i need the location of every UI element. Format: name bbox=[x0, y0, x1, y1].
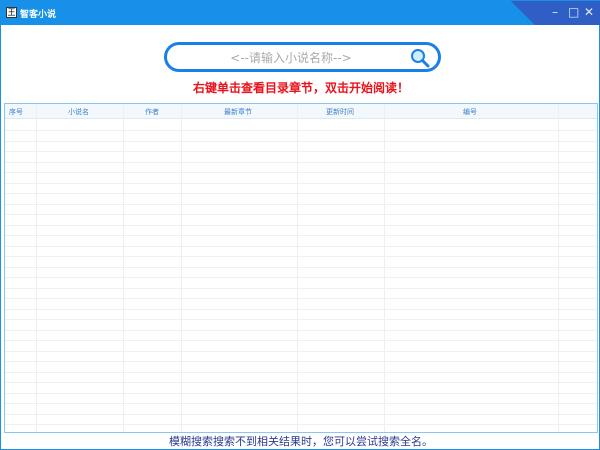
row-divider bbox=[5, 151, 597, 152]
column-header-title[interactable]: 小说名 bbox=[68, 107, 89, 117]
app-icon: 王 bbox=[6, 7, 17, 18]
row-divider bbox=[5, 266, 597, 268]
row-divider bbox=[5, 392, 597, 394]
row-divider bbox=[5, 235, 597, 236]
search-box bbox=[164, 42, 441, 72]
minimize-button[interactable]: – bbox=[552, 5, 558, 19]
row-divider bbox=[5, 140, 597, 142]
row-divider bbox=[5, 340, 597, 341]
column-header-index[interactable]: 序号 bbox=[9, 107, 23, 117]
maximize-button[interactable]: □ bbox=[568, 5, 579, 19]
row-divider bbox=[5, 382, 597, 383]
row-divider bbox=[5, 224, 597, 226]
row-divider bbox=[5, 350, 597, 352]
row-divider bbox=[5, 413, 597, 415]
row-divider bbox=[5, 172, 597, 173]
row-divider bbox=[5, 182, 597, 184]
row-divider bbox=[5, 424, 597, 425]
row-divider bbox=[5, 203, 597, 205]
row-divider bbox=[5, 308, 597, 310]
row-divider bbox=[5, 277, 597, 278]
row-divider bbox=[5, 245, 597, 247]
row-divider bbox=[5, 161, 597, 163]
column-header-update-time[interactable]: 更新时间 bbox=[326, 107, 354, 117]
column-header-latest-chapter[interactable]: 最新章节 bbox=[224, 107, 252, 117]
column-header-id[interactable]: 编号 bbox=[463, 107, 477, 117]
row-divider bbox=[5, 287, 597, 289]
table-header: 序号 小说名 作者 最新章节 更新时间 编号 bbox=[5, 104, 597, 119]
close-button[interactable]: ✕ bbox=[584, 5, 594, 19]
search-input[interactable] bbox=[181, 48, 401, 68]
row-divider bbox=[5, 298, 597, 299]
row-divider bbox=[5, 256, 597, 257]
search-tip: 模糊搜索搜索不到相关结果时，您可以尝试搜索全名。 bbox=[169, 435, 433, 448]
usage-hint: 右键单击查看目录章节，双击开始阅读！ bbox=[192, 81, 409, 95]
row-divider bbox=[5, 130, 597, 131]
row-divider bbox=[5, 329, 597, 331]
row-divider bbox=[5, 371, 597, 373]
window-title: 智客小说 bbox=[20, 10, 57, 20]
title-bar: 王 智客小说 – □ ✕ bbox=[1, 1, 600, 25]
row-divider bbox=[5, 193, 597, 194]
row-divider bbox=[5, 319, 597, 320]
row-divider bbox=[5, 361, 597, 362]
search-icon[interactable] bbox=[410, 48, 430, 68]
row-divider bbox=[5, 214, 597, 215]
results-table[interactable]: 序号 小说名 作者 最新章节 更新时间 编号 bbox=[4, 103, 598, 433]
row-divider bbox=[5, 403, 597, 404]
column-header-author[interactable]: 作者 bbox=[145, 107, 159, 117]
